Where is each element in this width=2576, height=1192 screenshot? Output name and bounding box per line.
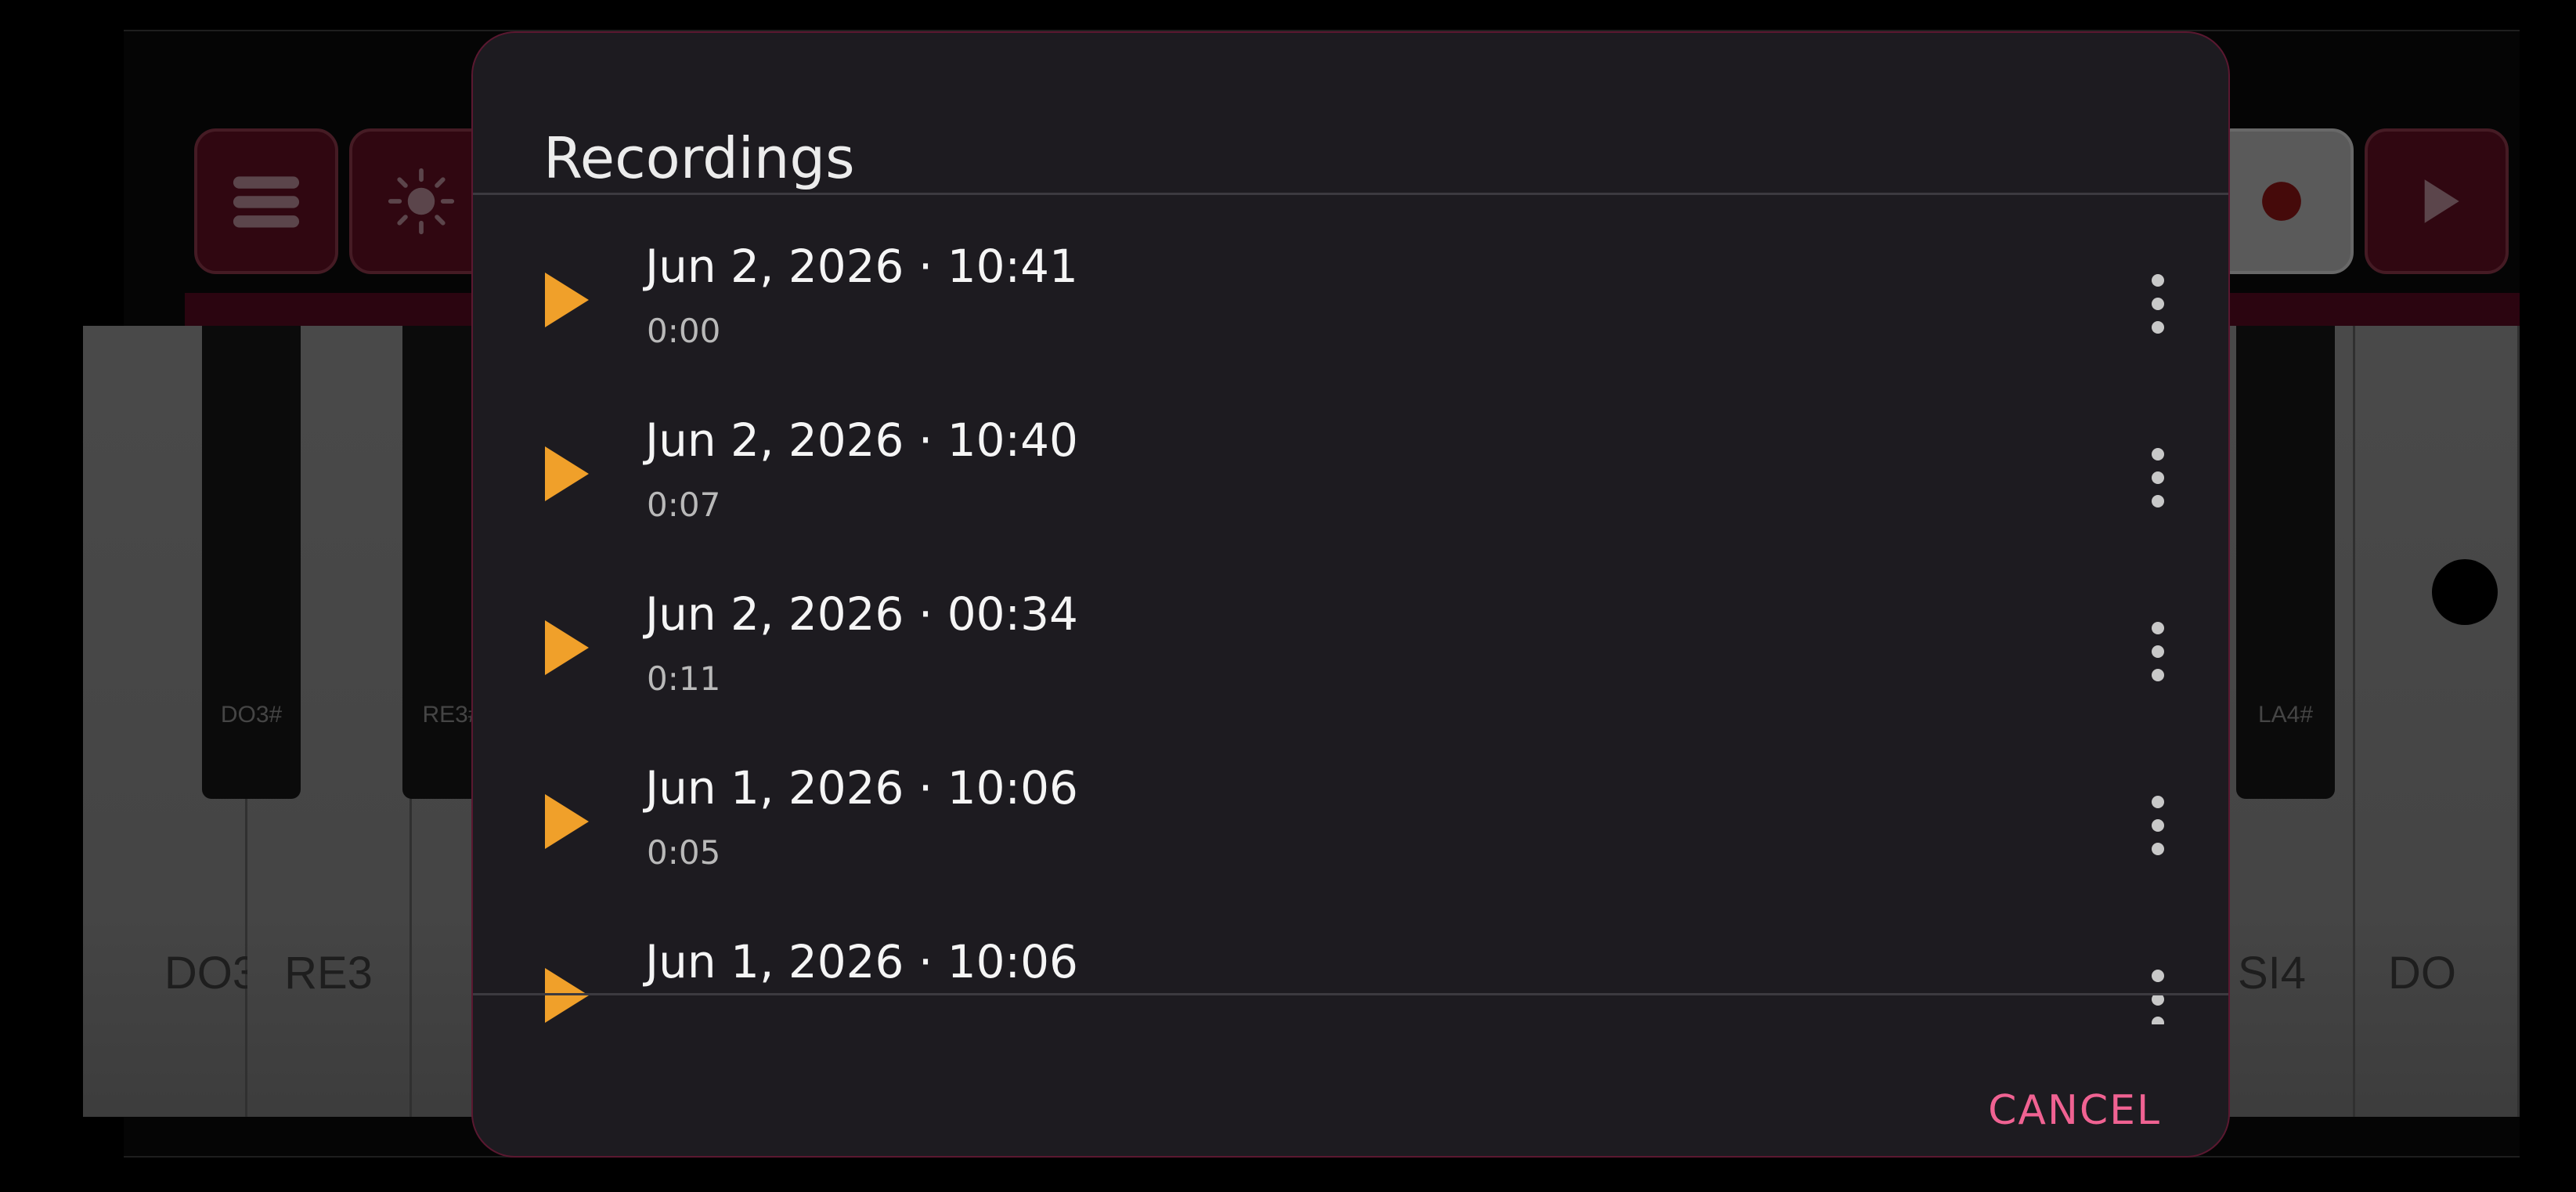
recording-item[interactable]: Jun 1, 2026 · 10:06 xyxy=(473,890,2228,1024)
recordings-dialog: Recordings Jun 2, 2026 · 10:41 0:00 Jun … xyxy=(471,31,2230,1158)
recording-title: Jun 1, 2026 · 10:06 xyxy=(645,761,1078,815)
play-icon[interactable] xyxy=(545,273,592,327)
device-frame: DO3 RE3 SI4 DO DO3# RE3# LA4# Recordings xyxy=(0,0,2576,1192)
play-icon[interactable] xyxy=(545,620,592,675)
recordings-list[interactable]: Jun 2, 2026 · 10:41 0:00 Jun 2, 2026 · 1… xyxy=(473,194,2228,1024)
more-vert-icon[interactable] xyxy=(2142,620,2174,683)
play-icon[interactable] xyxy=(545,794,592,849)
recording-duration: 0:11 xyxy=(647,659,721,698)
play-icon[interactable] xyxy=(545,446,592,501)
more-vert-icon[interactable] xyxy=(2142,273,2174,335)
recording-item[interactable]: Jun 2, 2026 · 10:41 0:00 xyxy=(473,194,2228,368)
recording-title: Jun 1, 2026 · 10:06 xyxy=(645,935,1078,988)
recording-duration: 0:05 xyxy=(647,833,721,872)
recording-item[interactable]: Jun 2, 2026 · 10:40 0:07 xyxy=(473,368,2228,542)
play-icon[interactable] xyxy=(545,968,592,1023)
recording-duration: 0:00 xyxy=(647,312,721,350)
recording-duration: 0:07 xyxy=(647,486,721,524)
recording-title: Jun 2, 2026 · 10:41 xyxy=(645,240,1078,293)
recording-item[interactable]: Jun 1, 2026 · 10:06 0:05 xyxy=(473,716,2228,890)
recording-title: Jun 2, 2026 · 10:40 xyxy=(645,414,1078,467)
more-vert-icon[interactable] xyxy=(2142,446,2174,509)
more-vert-icon[interactable] xyxy=(2142,794,2174,857)
cancel-button[interactable]: CANCEL xyxy=(1988,1087,2161,1134)
more-vert-icon[interactable] xyxy=(2142,968,2174,1024)
recording-item[interactable]: Jun 2, 2026 · 00:34 0:11 xyxy=(473,542,2228,716)
recording-title: Jun 2, 2026 · 00:34 xyxy=(645,587,1078,641)
footer-divider xyxy=(473,993,2228,995)
dialog-title: Recordings xyxy=(543,125,855,191)
